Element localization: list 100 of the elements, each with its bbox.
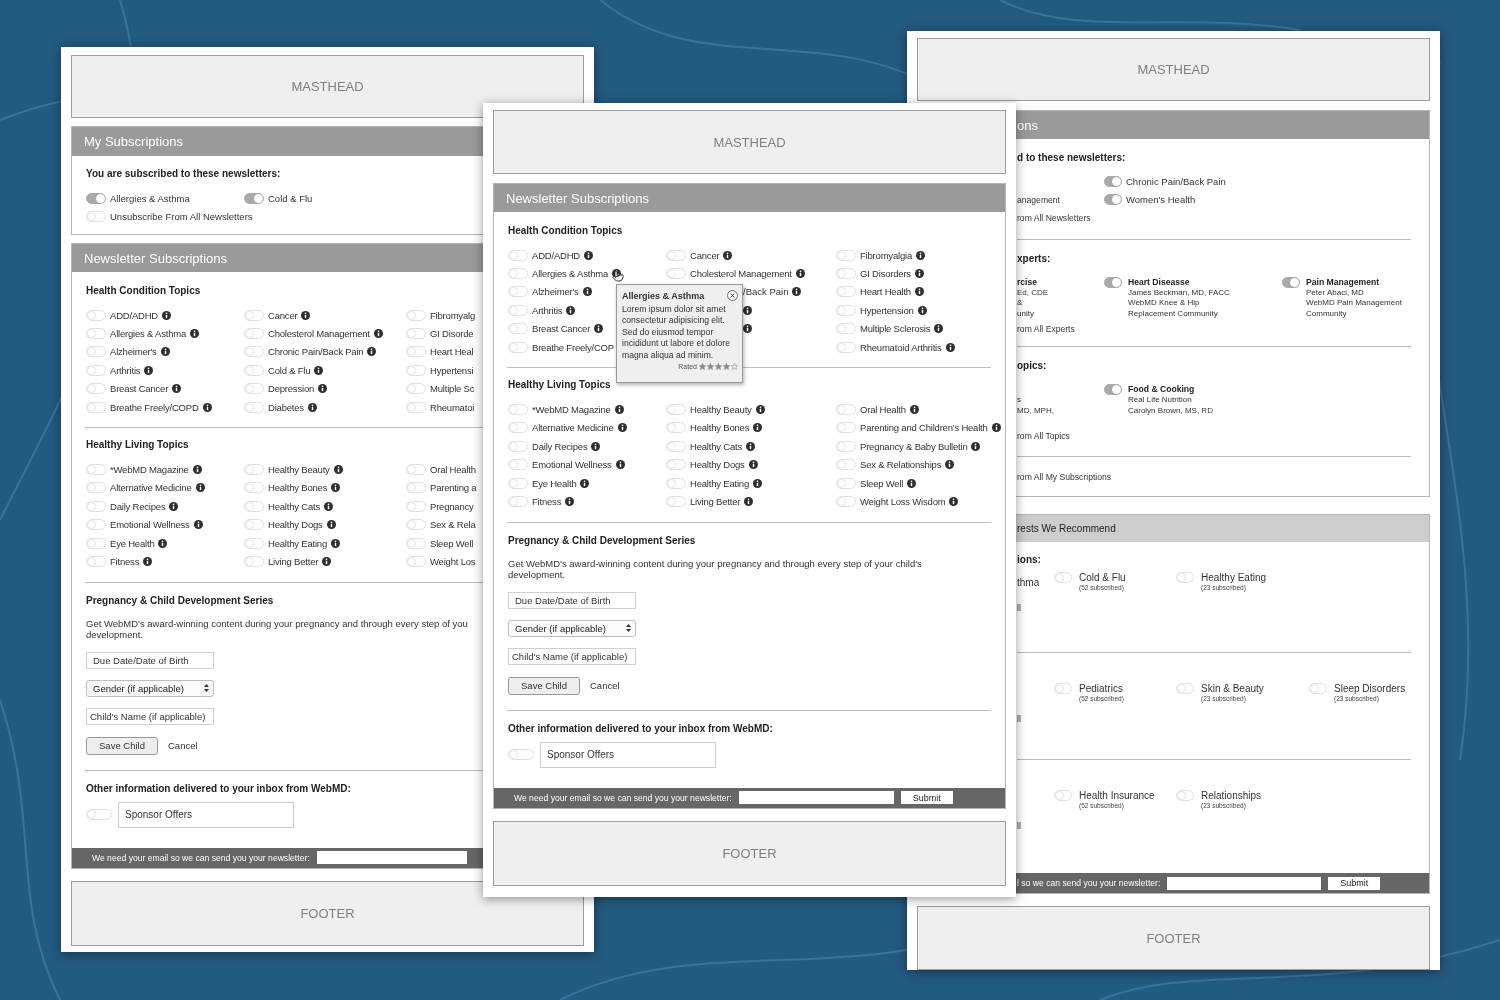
expert-detail: MD, MPH, (1017, 405, 1054, 416)
date-field[interactable]: Due Date/Date of Birth (508, 591, 636, 609)
save-child-button[interactable]: Save Child (508, 676, 580, 695)
save-child-button[interactable]: Save Child (86, 736, 158, 755)
unsubscribe-link[interactable]: rom All Experts (1017, 323, 1075, 335)
topic-label: Arthritis (532, 304, 563, 316)
topic-label: Heart Heal (430, 346, 474, 358)
topic-label: Pregnancy (430, 500, 474, 512)
email-prompt: We need your email so we can send you your newsletter: (514, 792, 732, 803)
section-heading: Other information delivered to your inbox from WebMD: (86, 781, 351, 796)
email-prompt: We need your email so we can send you your newsletter: (92, 852, 310, 863)
unsubscribe-link[interactable]: rom All Topics (1017, 430, 1070, 442)
topic-label: Healthy Bones (690, 422, 750, 434)
topic-label: Weight Loss Wisdom (860, 496, 946, 507)
child-name-field[interactable]: Child's Name (if applicable) (86, 707, 214, 725)
expert-detail: unity (1017, 308, 1035, 319)
gender-select[interactable]: Gender (if applicable) (508, 619, 636, 637)
topic-label: *WebMD Magazine (110, 464, 189, 476)
cancel-link[interactable]: Cancel (590, 680, 620, 692)
unsubscribe-link[interactable]: ll (1017, 602, 1021, 614)
topic-label: Healthy Dogs (690, 459, 745, 471)
description-text: Get WebMD's award-winning content during your pregnancy and through every step of you development. (86, 617, 468, 640)
topic-label: Cholesterol Management (268, 328, 370, 340)
topic-label: Eye Health (110, 537, 155, 549)
unsubscribe-link[interactable]: rom All My Subscriptions (1017, 471, 1112, 483)
topic-label: Parenting and Children's Health (860, 422, 988, 434)
expert-title: Food & Cooking (1128, 384, 1196, 395)
masthead-label: MASTHEAD (291, 79, 364, 94)
submit-button[interactable]: Submit (1328, 876, 1381, 890)
section-heading: Pregnancy & Child Development Series (86, 593, 274, 608)
section-heading: opics: (1017, 359, 1047, 373)
topic-label: Hypertensi (430, 364, 474, 376)
topic-label: ADD/ADHD (110, 309, 158, 321)
newsletter-label: rom All Newsletters (1017, 212, 1091, 225)
child-name-field[interactable]: Child's Name (if applicable) (508, 647, 636, 665)
newsletter-label: Women's Health (1126, 194, 1196, 206)
newsletter-label: Cold & Flu (1079, 572, 1126, 584)
newsletter-label: Cold & Flu (268, 192, 313, 204)
gender-select[interactable]: Gender (if applicable) (86, 679, 214, 697)
newsletter-label: thma (1017, 577, 1040, 588)
email-prompt: l so we can send you your newsletter: (1017, 878, 1161, 888)
section-heading: ions: (1017, 553, 1041, 567)
topic-label: Breathe Freely/COP (532, 341, 614, 353)
topic-label: Daily Recipes (110, 500, 166, 512)
masthead-label: MASTHEAD (713, 134, 786, 150)
topic-label: Alternative Medicine (110, 482, 192, 494)
section-heading: d to these newsletters: (1017, 151, 1126, 165)
footer-label: FOOTER (722, 845, 777, 861)
topic-label: Healthy Beauty (690, 404, 752, 416)
topic-label: Fitness (532, 496, 562, 507)
expert-title: Pain Management (1306, 276, 1381, 288)
expert-detail: Replacement Community (1128, 308, 1219, 319)
topic-label: Healthy Eating (690, 477, 749, 489)
topic-label: Fitness (110, 556, 140, 567)
topic-label: Fibromyalg (430, 309, 475, 321)
topic-label: Living Better (268, 556, 319, 567)
expert-detail: Peter Abaci, MD (1306, 287, 1365, 298)
unsubscribe-link[interactable]: ll (1017, 820, 1021, 832)
newsletter-label: Pediatrics (1079, 683, 1124, 695)
topic-label: Hypertension (860, 304, 914, 316)
date-field[interactable]: Due Date/Date of Birth (86, 651, 214, 669)
topic-label: Sleep Well (860, 477, 904, 489)
topic-label: Rheumatoi (430, 401, 475, 413)
topic-label: Sex & Rela (430, 519, 476, 531)
footer-label: FOOTER (300, 905, 355, 921)
description-text: Get WebMD's award-winning content during your pregnancy and through every step of your child's development. (508, 557, 922, 580)
section-heading: You are subscribed to these newsletters: (86, 167, 281, 181)
topic-label: Arthritis (110, 364, 141, 376)
sponsor-offers-label: Sponsor Offers (118, 801, 294, 828)
section-heading: Healthy Living Topics (86, 438, 189, 453)
topic-label: Oral Health (430, 464, 476, 476)
expert-detail: WebMD Pain Management (1306, 298, 1402, 309)
unsubscribe-link[interactable]: ll (1017, 713, 1021, 725)
submit-button[interactable]: Submit (900, 791, 953, 805)
topic-label: Daily Recipes (532, 440, 588, 452)
newsletter-label: Unsubscribe From All Newsletters (110, 210, 253, 222)
footer-label: FOOTER (1146, 930, 1201, 946)
topic-label: GI Disorders (860, 268, 911, 280)
topic-label: Oral Health (860, 404, 906, 416)
expert-detail: s (1017, 395, 1022, 406)
topic-label: Breast Cancer (532, 323, 591, 335)
topic-label: Pregnancy & Baby Bulletin (860, 440, 968, 452)
section-heading: Other information delivered to your inbox from WebMD: (508, 721, 773, 736)
topic-label: Healthy Bones (268, 482, 328, 494)
topic-label: Depression (268, 383, 315, 395)
section-heading: Health Condition Topics (508, 224, 623, 238)
newsletter-label: Chronic Pain/Back Pain (1126, 175, 1226, 187)
topic-label: Healthy Dogs (268, 519, 323, 531)
topic-label: Healthy Eating (268, 537, 327, 549)
panel-header: Newsletter Subscriptions (494, 184, 1005, 212)
topic-label: ADD/ADHD (532, 249, 580, 261)
topic-label: Allergies & Asthma (110, 328, 187, 340)
expert-detail: Community (1306, 308, 1348, 319)
masthead-label: MASTHEAD (1137, 62, 1210, 77)
expert-title: Heart Diseasse (1128, 276, 1191, 288)
topic-label: Multiple Sc (430, 383, 475, 395)
topic-label: Cold & Flu (268, 364, 311, 376)
cancel-link[interactable]: Cancel (168, 740, 198, 752)
topic-label: Cancer (268, 309, 298, 321)
topic-label: Healthy Cats (690, 440, 742, 452)
